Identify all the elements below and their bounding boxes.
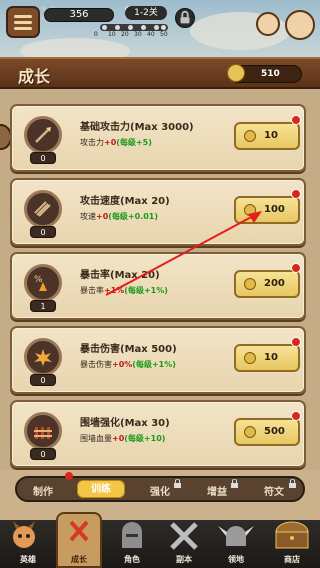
page-title: 成长 bbox=[18, 67, 51, 86]
level-badge: 0 bbox=[30, 152, 56, 164]
upgrade-card-attack-speed: 0 攻击速度(Max 20) 攻速+0(每级+0.01) 100 bbox=[10, 178, 306, 246]
viking-helmet-icon bbox=[218, 526, 254, 546]
hero-icon bbox=[13, 521, 35, 548]
tab-enhance[interactable]: 强化 bbox=[150, 483, 170, 498]
nav-label: 商店 bbox=[284, 555, 300, 564]
swords-icon bbox=[170, 522, 198, 550]
upgrade-button[interactable]: 10 bbox=[234, 344, 300, 372]
nav-shop[interactable]: 商店 bbox=[268, 520, 316, 568]
upgrade-name: 暴击伤害(Max 500) bbox=[80, 344, 177, 355]
upgrade-effect: 暴击率+1%(每级+1%) bbox=[80, 286, 168, 295]
nav-label: 副本 bbox=[176, 555, 192, 564]
tab-craft[interactable]: 制作 bbox=[33, 483, 53, 498]
explosion-icon bbox=[24, 338, 62, 376]
nav-label: 角色 bbox=[124, 555, 140, 564]
notification-dot bbox=[291, 337, 301, 347]
lock-icon bbox=[231, 479, 238, 488]
arrows-icon bbox=[24, 190, 62, 228]
lock-icon bbox=[174, 479, 181, 488]
nav-label: 领地 bbox=[228, 555, 244, 564]
nav-growth[interactable]: 成长 bbox=[56, 516, 104, 564]
upgrade-effect: 围墙血量+0(每级+10) bbox=[80, 434, 166, 443]
upgrade-cost: 500 bbox=[264, 426, 285, 437]
subtab-bar: 制作 训练 强化 增益 符文 bbox=[15, 472, 305, 502]
coin-icon bbox=[227, 64, 245, 82]
level-badge: 0 bbox=[30, 374, 56, 386]
level-badge: 1 bbox=[30, 300, 56, 312]
coin-value: 510 bbox=[261, 69, 280, 79]
menu-button[interactable] bbox=[6, 6, 40, 38]
tab-buff[interactable]: 增益 bbox=[207, 483, 227, 498]
nav-label: 英雄 bbox=[20, 555, 36, 564]
upgrade-effect: 攻速+0(每级+0.01) bbox=[80, 212, 159, 221]
upgrade-effect: 攻击力+0(每级+5) bbox=[80, 138, 152, 147]
spear-icon bbox=[24, 116, 62, 154]
nav-dungeon[interactable]: 副本 bbox=[160, 520, 208, 568]
tab-rune[interactable]: 符文 bbox=[264, 483, 284, 498]
coin-icon bbox=[244, 130, 256, 142]
upgrade-card-attack: 0 基础攻击力(Max 3000) 攻击力+0(每级+5) 10 bbox=[10, 104, 306, 172]
level-badge: 0 bbox=[30, 448, 56, 460]
coin-icon bbox=[244, 278, 256, 290]
upgrade-button[interactable]: 10 bbox=[234, 122, 300, 150]
upgrade-name: 攻击速度(Max 20) bbox=[80, 196, 170, 207]
knight-helmet-icon bbox=[122, 522, 142, 548]
treasure-chest-icon bbox=[275, 521, 309, 549]
level-badge: 0 bbox=[30, 226, 56, 238]
coin-icon bbox=[244, 204, 256, 216]
upgrade-button[interactable]: 500 bbox=[234, 418, 300, 446]
svg-text:%: % bbox=[34, 275, 43, 285]
upgrade-name: 围墙强化(Max 30) bbox=[80, 418, 170, 429]
upgrade-button[interactable]: 200 bbox=[234, 270, 300, 298]
upgrade-cost: 100 bbox=[264, 204, 285, 215]
coin-icon bbox=[244, 426, 256, 438]
upgrade-card-crit-damage: 0 暴击伤害(Max 500) 暴击伤害+0%(每级+1%) 10 bbox=[10, 326, 306, 394]
nav-territory[interactable]: 领地 bbox=[212, 520, 260, 568]
nav-character[interactable]: 角色 bbox=[108, 520, 156, 568]
upgrade-cost: 10 bbox=[264, 130, 278, 141]
upgrade-button[interactable]: 100 bbox=[234, 196, 300, 224]
nav-hero[interactable]: 英雄 bbox=[4, 520, 52, 568]
notification-dot bbox=[291, 115, 301, 125]
upgrade-cost: 200 bbox=[264, 278, 285, 289]
coin-counter: 510 bbox=[227, 64, 302, 83]
upgrade-effect: 暴击伤害+0%(每级+1%) bbox=[80, 360, 176, 369]
crossed-swords-icon bbox=[69, 520, 89, 542]
upgrade-name: 基础攻击力(Max 3000) bbox=[80, 122, 194, 133]
upgrade-card-crit-rate: % 1 暴击率(Max 20) 暴击率+1%(每级+1%) 200 bbox=[10, 252, 306, 320]
coin-icon bbox=[244, 352, 256, 364]
page-header: 成长 510 bbox=[0, 57, 320, 89]
lock-icon bbox=[289, 479, 296, 488]
fence-icon bbox=[24, 412, 62, 450]
progress-marks: 0 10 20 30 40 50 bbox=[94, 31, 168, 38]
upgrade-name: 暴击率(Max 20) bbox=[80, 270, 160, 281]
tab-training[interactable]: 训练 bbox=[77, 480, 125, 498]
upgrade-card-wall: 0 围墙强化(Max 30) 围墙血量+0(每级+10) 500 bbox=[10, 400, 306, 468]
power-value: 356 bbox=[44, 8, 114, 22]
lock-icon[interactable] bbox=[175, 8, 195, 28]
upgrade-cost: 10 bbox=[264, 352, 278, 363]
stage-label: 1-2关 bbox=[125, 6, 167, 20]
pebble-decoration bbox=[256, 12, 280, 36]
notification-dot bbox=[65, 472, 73, 480]
crit-rate-icon: % bbox=[24, 264, 62, 302]
stage-progress-bar bbox=[100, 24, 168, 31]
notification-dot bbox=[291, 411, 301, 421]
notification-dot bbox=[291, 263, 301, 273]
nav-label: 成长 bbox=[71, 555, 87, 564]
notification-dot bbox=[291, 189, 301, 199]
pebble-decoration bbox=[285, 10, 315, 40]
